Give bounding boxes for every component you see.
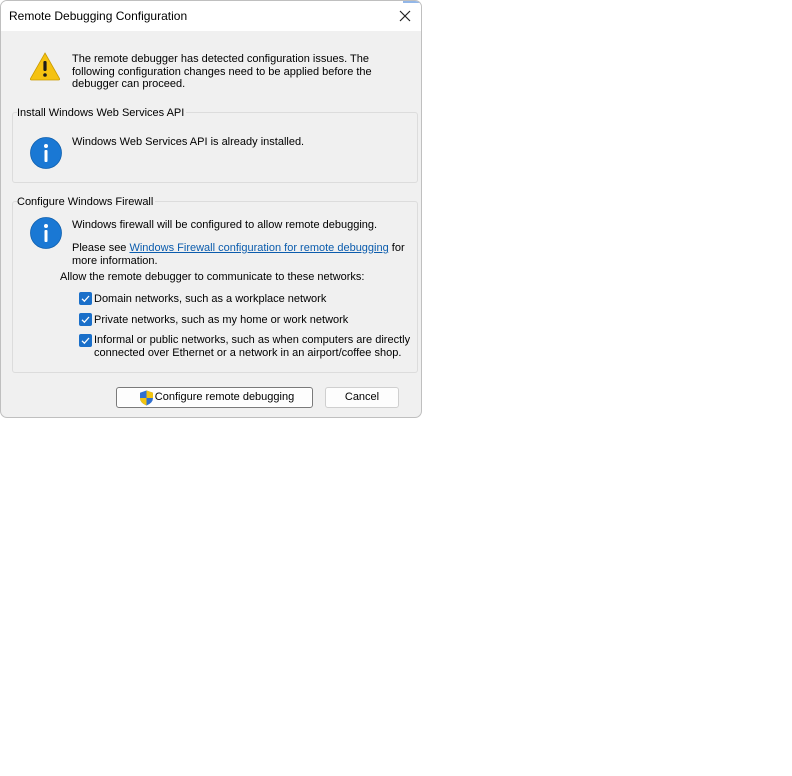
firewall-see-more: Please see Windows Firewall configuratio… (72, 242, 407, 267)
title-bar: Remote Debugging Configuration (1, 1, 421, 31)
checkbox-label-text: connected over Ethernet or a network in … (94, 346, 402, 359)
info-icon (30, 137, 62, 169)
checkbox-label-text: Private networks, such as my home or wor… (94, 314, 349, 326)
see-prefix: Please see (72, 242, 130, 254)
corner-accent (403, 1, 421, 3)
checkmark-icon (81, 295, 90, 303)
warning-line: following configuration changes need to … (72, 65, 372, 78)
info-icon (30, 217, 62, 249)
checkbox-label-text: Domain networks, such as a workplace net… (94, 293, 327, 305)
firewall-message: Windows firewall will be configured to a… (72, 219, 378, 231)
warning-line: debugger can proceed. (72, 78, 186, 90)
domain-networks-checkbox[interactable] (79, 292, 92, 305)
checkmark-icon (81, 316, 90, 324)
warning-message: The remote debugger has detected configu… (72, 53, 392, 91)
warning-icon (29, 52, 61, 81)
close-icon (399, 10, 411, 22)
webservices-message: Windows Web Services API is already inst… (72, 136, 305, 148)
firewall-group-label: Configure Windows Firewall (17, 196, 156, 208)
dialog-title: Remote Debugging Configuration (9, 9, 188, 23)
private-networks-label[interactable]: Private networks, such as my home or wor… (94, 314, 348, 327)
public-networks-label[interactable]: Informal or public networks, such as whe… (94, 334, 414, 359)
see-suffix: for (388, 242, 405, 254)
configure-remote-debugging-button[interactable]: Configure remote debugging (116, 387, 313, 408)
firewall-config-link[interactable]: Windows Firewall configuration for remot… (129, 242, 388, 254)
public-networks-checkbox[interactable] (79, 334, 92, 347)
checkbox-label-text: Informal or public networks, such as whe… (94, 334, 411, 346)
close-button[interactable] (389, 1, 421, 31)
more-info: more information. (72, 254, 158, 267)
checkmark-icon (81, 337, 90, 345)
remote-debugging-dialog: Remote Debugging Configuration The remot… (0, 0, 422, 418)
configure-button-label: Configure remote debugging (154, 391, 295, 403)
cancel-button[interactable]: Cancel (325, 387, 399, 408)
private-networks-checkbox[interactable] (79, 313, 92, 326)
uac-shield-icon (140, 390, 153, 406)
networks-prompt: Allow the remote debugger to communicate… (60, 271, 365, 283)
warning-line: The remote debugger has detected configu… (72, 53, 369, 65)
domain-networks-label[interactable]: Domain networks, such as a workplace net… (94, 293, 326, 306)
webservices-group-label: Install Windows Web Services API (17, 107, 187, 119)
